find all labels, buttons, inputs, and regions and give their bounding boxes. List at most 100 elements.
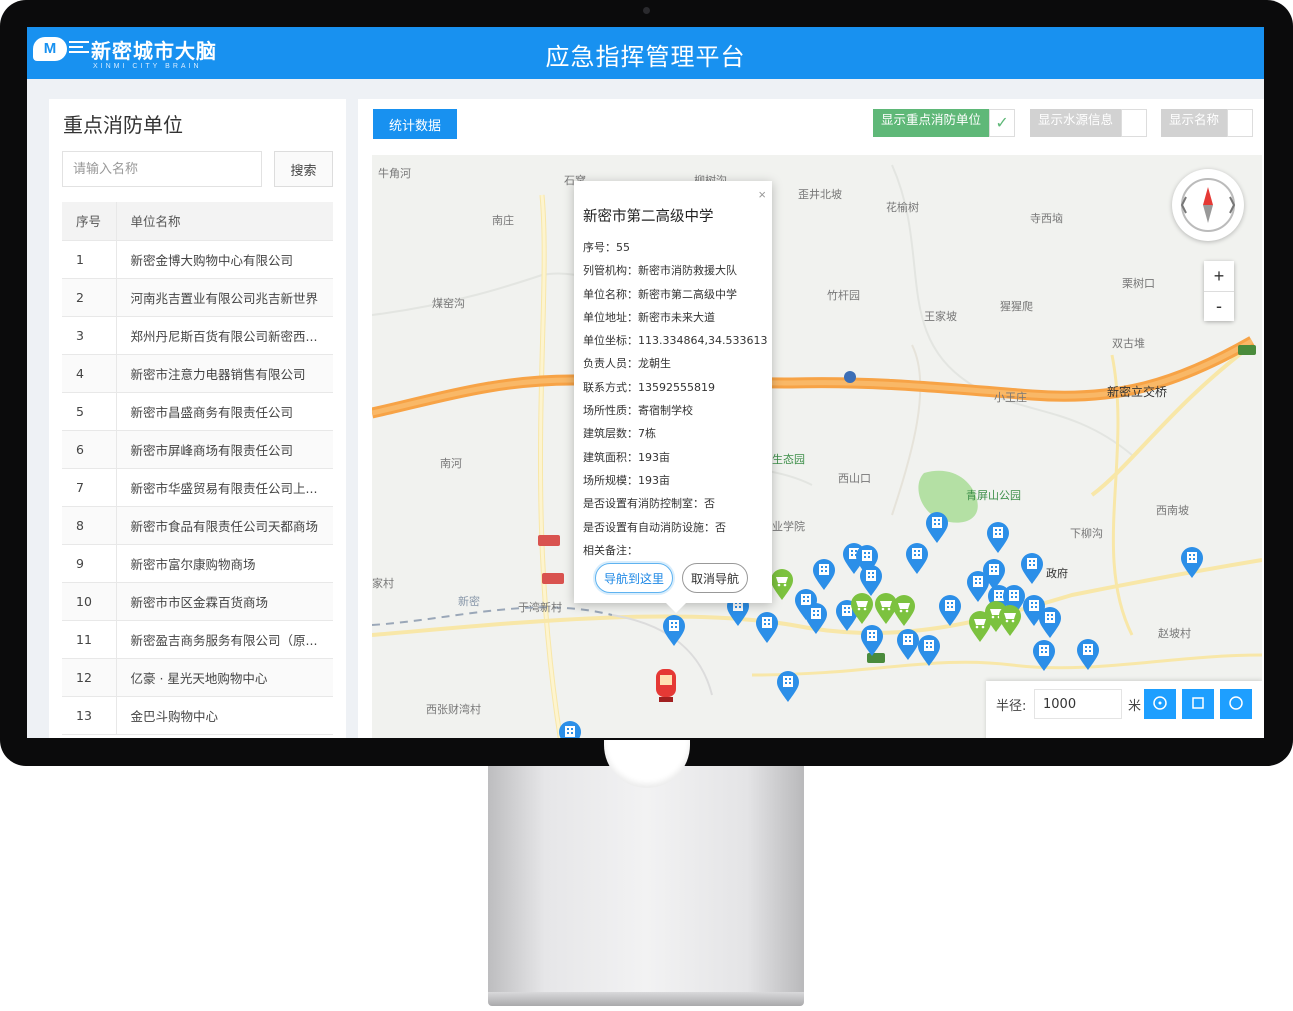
building-pin-icon[interactable] <box>905 543 929 575</box>
map-label: 猩猩爬 <box>1000 300 1033 313</box>
toggle-names-label: 显示名称 <box>1161 109 1228 137</box>
popup-field: 联系方式：13592555819 <box>583 380 715 394</box>
map-canvas[interactable]: 牛角河 石窝 柳树沟 歪井北坡 花榆树 寺西垴 南庄 煤窑沟 竹杆园 王家坡 猩… <box>372 155 1262 738</box>
toggle-names[interactable]: 显示名称 <box>1161 109 1254 137</box>
table-row[interactable]: 5 新密市昌盛商务有限责任公司 <box>62 392 333 431</box>
building-pin-icon[interactable] <box>804 603 828 635</box>
table-row[interactable]: 8 新密市食品有限责任公司天都商场 <box>62 506 333 545</box>
toggle-water-sources[interactable]: 显示水源信息 <box>1030 109 1148 137</box>
checkbox-empty[interactable] <box>1227 109 1254 137</box>
map-label: 竹杆园 <box>827 289 860 302</box>
row-name: 新密市注意力电器销售有限公司 <box>116 354 333 393</box>
building-pin-icon[interactable] <box>1076 639 1100 671</box>
shop-pin-icon[interactable] <box>892 595 916 627</box>
map-label: 于湾新村 <box>518 601 562 614</box>
popup-field: 单位地址：新密市未来大道 <box>583 310 715 324</box>
row-no: 4 <box>62 354 117 393</box>
shop-pin-icon[interactable] <box>850 593 874 625</box>
building-pin-icon[interactable] <box>986 522 1010 554</box>
app-title: 应急指挥管理平台 <box>545 43 746 71</box>
row-no: 10 <box>62 582 117 621</box>
building-pin-icon[interactable] <box>938 595 962 627</box>
map-label: 煤窑沟 <box>432 297 465 310</box>
popup-field: 单位名称：新密市第二高级中学 <box>583 287 737 301</box>
row-name: 新密市市区金霖百货商场 <box>116 582 333 621</box>
building-pin-icon[interactable] <box>1180 547 1204 579</box>
cancel-navigation-button[interactable]: 取消导航 <box>682 563 748 593</box>
popup-field: 建筑层数：7栋 <box>583 427 656 441</box>
building-pin-icon[interactable] <box>917 635 941 667</box>
row-name: 新密金博大购物中心有限公司 <box>116 240 333 279</box>
row-no: 8 <box>62 506 117 545</box>
monitor-bezel: M 新密城市大脑 XINMI CITY BRAIN 应急指挥管理平台 重点消防单… <box>0 0 1293 766</box>
polygon-draw-icon[interactable] <box>1220 689 1252 719</box>
search-button[interactable]: 搜索 <box>274 151 333 187</box>
table-header-row: 序号 单位名称 <box>62 202 333 241</box>
zoom-out-button[interactable]: - <box>1204 291 1234 321</box>
popup-field: 场所规模：193亩 <box>583 473 670 487</box>
table-row[interactable]: 13 金巴斗购物中心 <box>62 696 333 735</box>
map-base-layer <box>372 155 1262 738</box>
table-row[interactable]: 11 新密盈吉商务服务有限公司（原... <box>62 620 333 659</box>
unit-search-input[interactable] <box>62 151 262 187</box>
table-row[interactable]: 6 新密市屏峰商场有限责任公司 <box>62 430 333 469</box>
table-row[interactable]: 4 新密市注意力电器销售有限公司 <box>62 354 333 393</box>
table-row[interactable]: 9 新密市富尔康购物商场 <box>62 544 333 583</box>
building-pin-icon[interactable] <box>662 615 686 647</box>
row-name: 金巴斗购物中心 <box>116 696 333 735</box>
close-icon[interactable]: × <box>758 187 766 202</box>
map-label: 南河 <box>440 457 462 470</box>
navigate-here-button[interactable]: 导航到这里 <box>595 563 673 593</box>
map-label: 双古堆 <box>1112 337 1145 350</box>
table-row[interactable]: 2 河南兆吉置业有限公司兆吉新世界 <box>62 278 333 317</box>
building-pin-icon[interactable] <box>812 559 836 591</box>
table-row[interactable]: 7 新密市华盛贸易有限责任公司上... <box>62 468 333 507</box>
row-name: 新密盈吉商务服务有限公司（原... <box>116 620 333 659</box>
sidebar-title: 重点消防单位 <box>63 113 183 137</box>
app-header: M 新密城市大脑 XINMI CITY BRAIN 应急指挥管理平台 <box>27 27 1264 79</box>
building-pin-icon[interactable] <box>860 625 884 657</box>
stats-button[interactable]: 统计数据 <box>373 109 457 139</box>
checkbox-empty[interactable] <box>1121 109 1148 137</box>
building-pin-icon[interactable] <box>1032 640 1056 672</box>
shop-pin-icon[interactable] <box>998 605 1022 637</box>
zoom-control: + - <box>1204 261 1234 321</box>
building-pin-icon[interactable] <box>755 612 779 644</box>
current-location-icon[interactable] <box>654 667 678 703</box>
shop-pin-icon[interactable] <box>770 569 794 601</box>
map-label: 牛角河 <box>378 167 411 180</box>
column-header-name: 单位名称 <box>116 202 333 241</box>
radius-input[interactable] <box>1034 689 1122 719</box>
toggle-water-label: 显示水源信息 <box>1030 109 1122 137</box>
building-pin-icon[interactable] <box>1020 553 1044 585</box>
camera-dot <box>643 7 650 14</box>
map-label: 西南坡 <box>1156 504 1189 517</box>
radius-tool: 半径: 米 <box>986 681 1262 738</box>
map-label: 栗树口 <box>1122 277 1155 290</box>
toggle-fire-units[interactable]: 显示重点消防单位 ✓ <box>873 109 1016 137</box>
row-name: 河南兆吉置业有限公司兆吉新世界 <box>116 278 333 317</box>
table-row[interactable]: 10 新密市市区金霖百货商场 <box>62 582 333 621</box>
map-label: 歪井北坡 <box>798 188 842 201</box>
table-row[interactable]: 3 郑州丹尼斯百货有限公司新密西... <box>62 316 333 355</box>
row-no: 9 <box>62 544 117 583</box>
row-no: 11 <box>62 620 117 659</box>
circle-draw-icon[interactable] <box>1144 689 1176 719</box>
building-pin-icon[interactable] <box>925 512 949 544</box>
popup-title: 新密市第二高级中学 <box>583 209 714 225</box>
map-label: 小王庄 <box>994 391 1027 404</box>
monitor-stand-foot <box>488 992 804 1006</box>
table-row[interactable]: 1 新密金博大购物中心有限公司 <box>62 240 333 279</box>
zoom-in-button[interactable]: + <box>1204 261 1234 291</box>
monitor-stand <box>488 766 804 998</box>
building-pin-icon[interactable] <box>1038 607 1062 639</box>
row-no: 1 <box>62 240 117 279</box>
table-row[interactable]: 12 亿豪 · 星光天地购物中心 <box>62 658 333 697</box>
building-pin-icon[interactable] <box>558 721 582 738</box>
compass-icon[interactable] <box>1172 169 1244 241</box>
popup-field: 相关备注： <box>583 543 638 557</box>
building-pin-icon[interactable] <box>776 671 800 703</box>
rectangle-draw-icon[interactable] <box>1182 689 1214 719</box>
map-label: 西山口 <box>838 472 871 485</box>
checkmark-icon[interactable]: ✓ <box>989 109 1016 137</box>
